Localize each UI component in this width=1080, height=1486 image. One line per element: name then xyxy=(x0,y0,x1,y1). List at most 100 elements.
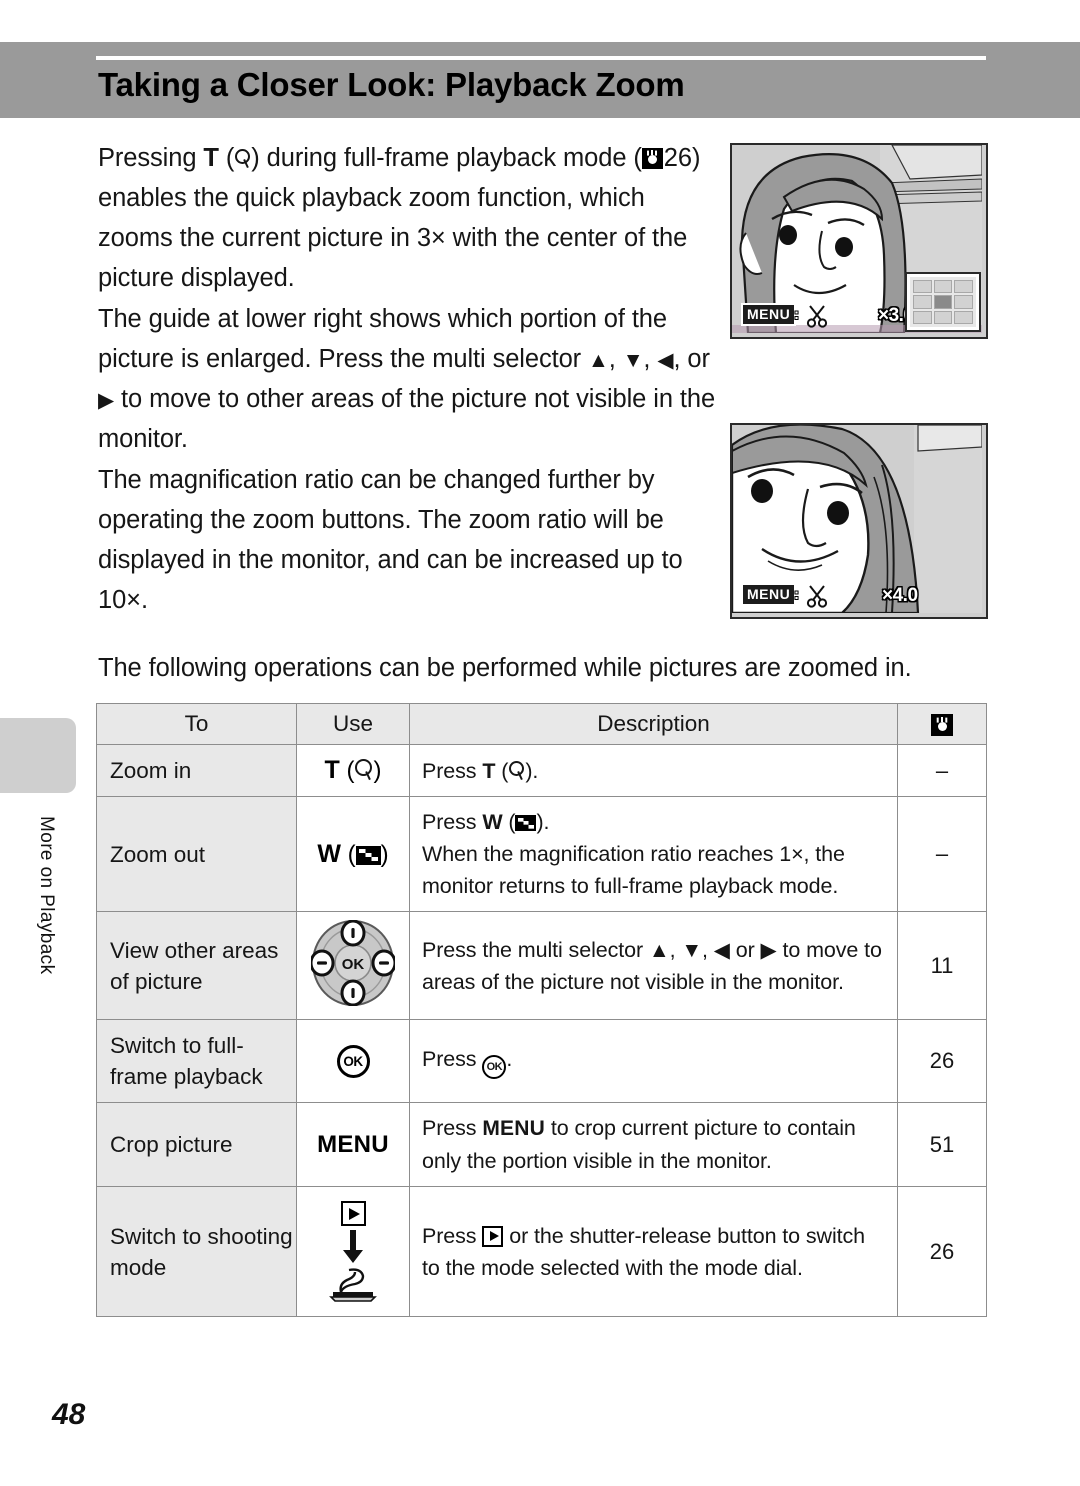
row-shooting-ref: 26 xyxy=(897,1186,987,1317)
paragraph-1: Pressing T ( ) during full-frame playback… xyxy=(98,138,718,298)
operations-table: To Use Description Zoom in T () Press T … xyxy=(96,703,987,1317)
arrow-down-icon: ▼ xyxy=(622,349,644,372)
desc-line-2: When the magnification ratio reaches 1×,… xyxy=(422,842,845,898)
row-crop-label: Crop picture xyxy=(96,1102,297,1187)
table-row: Crop picture MENU Press MENU to crop cur… xyxy=(96,1102,987,1187)
paren-close: ) xyxy=(380,840,389,868)
arrow-down-icon xyxy=(343,1230,363,1263)
guide-cell xyxy=(913,310,932,324)
osd-menu-badge-1: MENU xyxy=(741,303,797,326)
row-crop-ref: 51 xyxy=(897,1102,987,1187)
p1-part-b: ( xyxy=(218,144,235,172)
p2-part-c: , xyxy=(643,345,658,373)
row-zoom-out-ref: – xyxy=(897,796,987,912)
osd-menu-separator-2: : xyxy=(794,586,799,603)
arrow-up-icon: ▲ xyxy=(648,938,670,962)
w-button-glyph: W xyxy=(482,810,503,834)
playback-to-shooting-icon xyxy=(297,1195,409,1308)
p1-part-c: ) during full-frame playback mode ( xyxy=(251,144,642,172)
desc-prefix: Press xyxy=(422,810,483,834)
arrow-left-icon: ◀ xyxy=(657,349,674,372)
desc-prefix: Press xyxy=(422,1047,483,1071)
paren-close: ) xyxy=(373,757,382,784)
page-number: 48 xyxy=(52,1398,86,1431)
p1-ref: 26 xyxy=(663,144,692,172)
row-zoom-in-use: T () xyxy=(296,744,410,797)
desc-prefix: Press the multi selector xyxy=(422,937,649,962)
p2-part-e: to move to other areas of the picture no… xyxy=(98,385,716,453)
arrow-right-icon: ▶ xyxy=(98,389,115,412)
row-zoom-out-use: W () xyxy=(296,796,410,912)
page-reference-icon xyxy=(931,714,953,737)
paragraph-3: The magnification ratio can be changed f… xyxy=(98,466,683,614)
t-button-glyph: T xyxy=(482,758,496,783)
table-row: Switch to full-frame playback OK Press O… xyxy=(96,1019,987,1103)
playback-button-icon xyxy=(340,1201,366,1226)
magnifier-icon xyxy=(508,760,525,782)
row-zoom-in-ref: – xyxy=(897,744,987,797)
thumbnail-grid-icon xyxy=(515,815,537,831)
row-view-areas-ref: 11 xyxy=(897,911,987,1020)
menu-button-glyph: MENU xyxy=(317,1130,389,1158)
table-row: View other areas of picture OK Press the… xyxy=(96,911,987,1020)
table-row: Switch to shooting mode Press or the shu… xyxy=(96,1186,987,1317)
menu-button-glyph: MENU xyxy=(482,1117,545,1140)
p2-part-d: , or xyxy=(673,345,710,373)
desc-line-1: Press W (). xyxy=(422,810,550,834)
row-full-frame-ref: 26 xyxy=(897,1019,987,1103)
arrow-left-icon: ◀ xyxy=(713,938,730,962)
paren-open: ( xyxy=(340,840,356,868)
row-zoom-out-label: Zoom out xyxy=(96,796,297,912)
osd-menu-badge-2: MENU xyxy=(741,583,797,606)
illustration-playback-zoom-4x: MENU : ×4.0 xyxy=(730,423,988,619)
svg-text:OK: OK xyxy=(342,956,365,973)
guide-cell xyxy=(913,295,932,309)
p2-part-b: , xyxy=(608,345,623,373)
table-row: Zoom in T () Press T (). – xyxy=(96,744,987,797)
page-reference-icon xyxy=(641,148,663,169)
desc-prefix: Press xyxy=(422,1116,483,1140)
row-zoom-in-label: Zoom in xyxy=(96,744,297,797)
paren-open: ( xyxy=(339,757,355,784)
row-shooting-use xyxy=(296,1186,410,1317)
thumbnail-grid-icon xyxy=(355,845,381,865)
ok-button-icon: OK xyxy=(482,1055,507,1079)
desc-suffix: . xyxy=(506,1047,513,1071)
body-text-column: Pressing T ( ) during full-frame playback… xyxy=(98,138,718,621)
p2-part-a: The guide at lower right shows which por… xyxy=(98,305,667,373)
table-row: Zoom out W () Press W (). When the magni… xyxy=(96,796,987,912)
header-use: Use xyxy=(296,703,410,745)
row-view-areas-desc: Press the multi selector ▲, ▼, ◀ or ▶ to… xyxy=(409,911,898,1020)
row-full-frame-use: OK xyxy=(296,1019,410,1103)
magnifier-icon xyxy=(354,758,373,782)
row-view-areas-label: View other areas of picture xyxy=(96,911,297,1020)
guide-cell xyxy=(933,280,953,294)
desc-prefix: Press xyxy=(422,758,483,783)
row-full-frame-desc: Press OK. xyxy=(409,1019,898,1103)
multi-selector-icon: OK xyxy=(309,919,397,1007)
row-zoom-in-desc: Press T (). xyxy=(409,744,898,797)
ok-button-icon: OK xyxy=(336,1044,370,1078)
t-button-glyph: T xyxy=(324,756,340,784)
playback-button-icon xyxy=(482,1225,504,1247)
header-to: To xyxy=(96,703,297,745)
guide-cell xyxy=(954,280,973,294)
side-tab-block xyxy=(0,718,76,793)
osd-menu-separator-1: : xyxy=(794,306,799,323)
scissors-icon xyxy=(806,304,828,328)
guide-cell-active xyxy=(933,295,953,309)
header-description: Description xyxy=(409,703,898,745)
header-rule xyxy=(96,56,986,60)
guide-cell xyxy=(933,310,953,324)
t-button-glyph: T xyxy=(203,144,219,172)
row-zoom-out-desc: Press W (). When the magnification ratio… xyxy=(409,796,898,912)
desc-suffix: ). xyxy=(525,758,539,783)
table-header-row: To Use Description xyxy=(96,703,987,745)
w-button-glyph: W xyxy=(317,839,341,868)
guide-cell xyxy=(954,295,973,309)
desc-suffix: ). xyxy=(536,810,550,834)
guide-cell xyxy=(913,280,932,294)
p1-part-a: Pressing xyxy=(98,144,204,172)
scissors-icon xyxy=(806,584,828,608)
arrow-right-icon: ▶ xyxy=(760,938,777,962)
